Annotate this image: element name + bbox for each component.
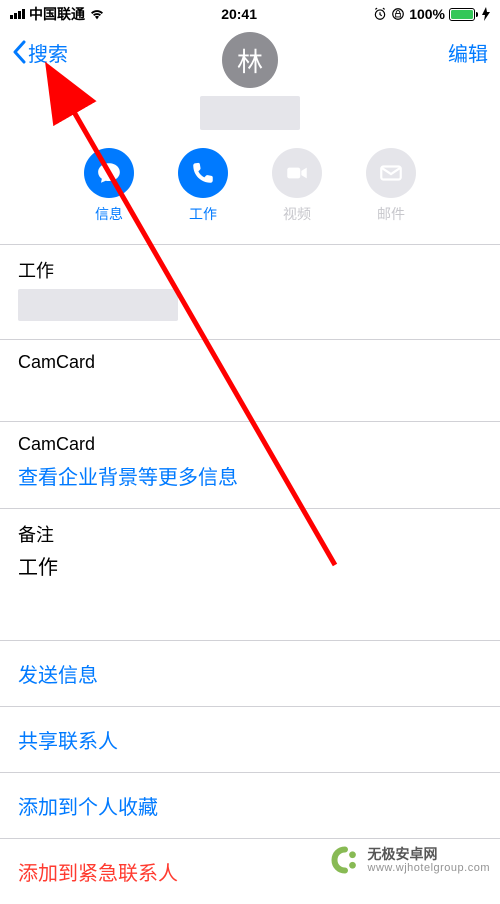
signal-strength-icon	[10, 9, 25, 19]
video-action[interactable]: 视频	[272, 148, 322, 224]
watermark-title: 无极安卓网	[368, 846, 491, 862]
company-info-link[interactable]: 查看企业背景等更多信息	[18, 461, 482, 490]
camcard-label-2: CamCard	[18, 434, 482, 455]
status-bar: 中国联通 20:41 100%	[0, 0, 500, 28]
contact-name-redacted	[200, 96, 300, 130]
add-favorites-cell[interactable]: 添加到个人收藏	[0, 772, 500, 838]
video-label: 视频	[283, 204, 311, 224]
send-message-cell[interactable]: 发送信息	[0, 640, 500, 706]
message-icon	[84, 148, 134, 198]
contact-header: 林 信息 工作 视频 邮件	[0, 28, 500, 244]
content: 工作 CamCard CamCard 查看企业背景等更多信息 备注 工作 发送信…	[0, 244, 500, 904]
action-row: 信息 工作 视频 邮件	[0, 148, 500, 244]
status-time: 20:41	[221, 6, 257, 22]
phone-label: 工作	[18, 257, 482, 283]
watermark-url: www.wjhotelgroup.com	[368, 862, 491, 875]
watermark-logo-icon	[330, 845, 360, 875]
share-contact-cell[interactable]: 共享联系人	[0, 706, 500, 772]
message-action[interactable]: 信息	[84, 148, 134, 224]
charging-icon	[482, 7, 490, 21]
battery-icon	[449, 8, 478, 21]
call-label: 工作	[189, 204, 217, 224]
call-action[interactable]: 工作	[178, 148, 228, 224]
video-icon	[272, 148, 322, 198]
phone-section[interactable]: 工作	[0, 244, 500, 339]
mail-label: 邮件	[377, 204, 405, 224]
orientation-lock-icon	[391, 7, 405, 21]
camcard-label-1: CamCard	[18, 352, 482, 373]
message-label: 信息	[95, 204, 123, 224]
spacer	[0, 598, 500, 640]
mail-icon	[366, 148, 416, 198]
mail-action[interactable]: 邮件	[366, 148, 416, 224]
watermark: 无极安卓网 www.wjhotelgroup.com	[330, 845, 491, 875]
watermark-text: 无极安卓网 www.wjhotelgroup.com	[368, 846, 491, 875]
camcard-section-1: CamCard	[0, 339, 500, 421]
carrier-label: 中国联通	[29, 4, 85, 24]
status-left: 中国联通	[10, 4, 105, 24]
status-right: 100%	[373, 6, 490, 22]
notes-value: 工作	[18, 551, 482, 580]
battery-percent: 100%	[409, 6, 445, 22]
phone-icon	[178, 148, 228, 198]
notes-label: 备注	[18, 521, 482, 547]
alarm-icon	[373, 7, 387, 21]
avatar: 林	[222, 32, 278, 88]
wifi-icon	[89, 8, 105, 20]
phone-number-redacted	[18, 289, 178, 321]
camcard-section-2: CamCard 查看企业背景等更多信息	[0, 421, 500, 508]
notes-section[interactable]: 备注 工作	[0, 508, 500, 598]
